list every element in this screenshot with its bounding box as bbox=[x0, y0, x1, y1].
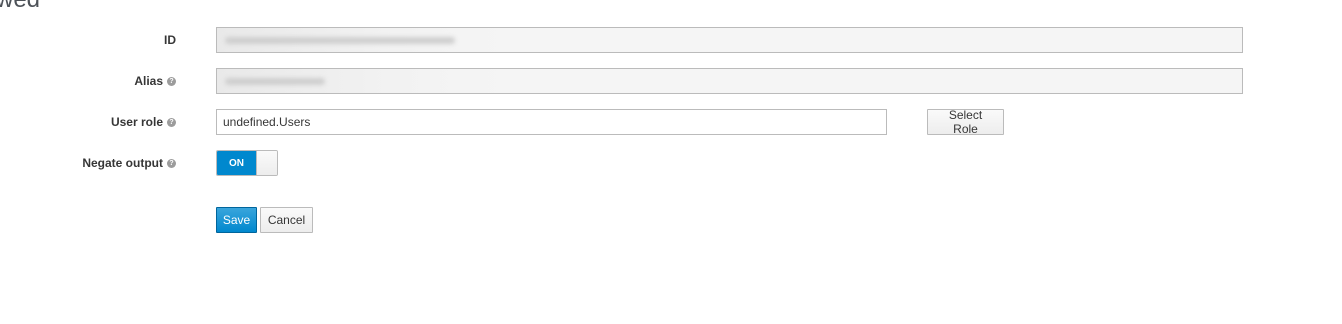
save-button[interactable]: Save bbox=[216, 207, 257, 233]
alias-field bbox=[216, 68, 1243, 94]
negate-output-toggle[interactable]: ON bbox=[216, 150, 278, 176]
id-label: ID bbox=[164, 33, 176, 47]
help-icon[interactable]: ? bbox=[167, 76, 176, 86]
toggle-knob[interactable] bbox=[256, 151, 277, 175]
help-icon[interactable]: ? bbox=[167, 158, 176, 168]
alias-label: Alias ? bbox=[134, 74, 176, 88]
page-heading: wed bbox=[0, 0, 40, 14]
user-role-input[interactable]: undefined.Users bbox=[216, 109, 887, 135]
id-field bbox=[216, 27, 1243, 53]
cancel-button[interactable]: Cancel bbox=[260, 207, 313, 233]
user-role-label: User role ? bbox=[111, 115, 176, 129]
redacted-value bbox=[217, 28, 507, 52]
toggle-on-label: ON bbox=[217, 151, 256, 175]
redacted-value bbox=[217, 69, 507, 93]
select-role-button[interactable]: Select Role bbox=[927, 108, 1004, 136]
negate-output-label: Negate output ? bbox=[82, 156, 176, 170]
help-icon[interactable]: ? bbox=[167, 117, 176, 127]
